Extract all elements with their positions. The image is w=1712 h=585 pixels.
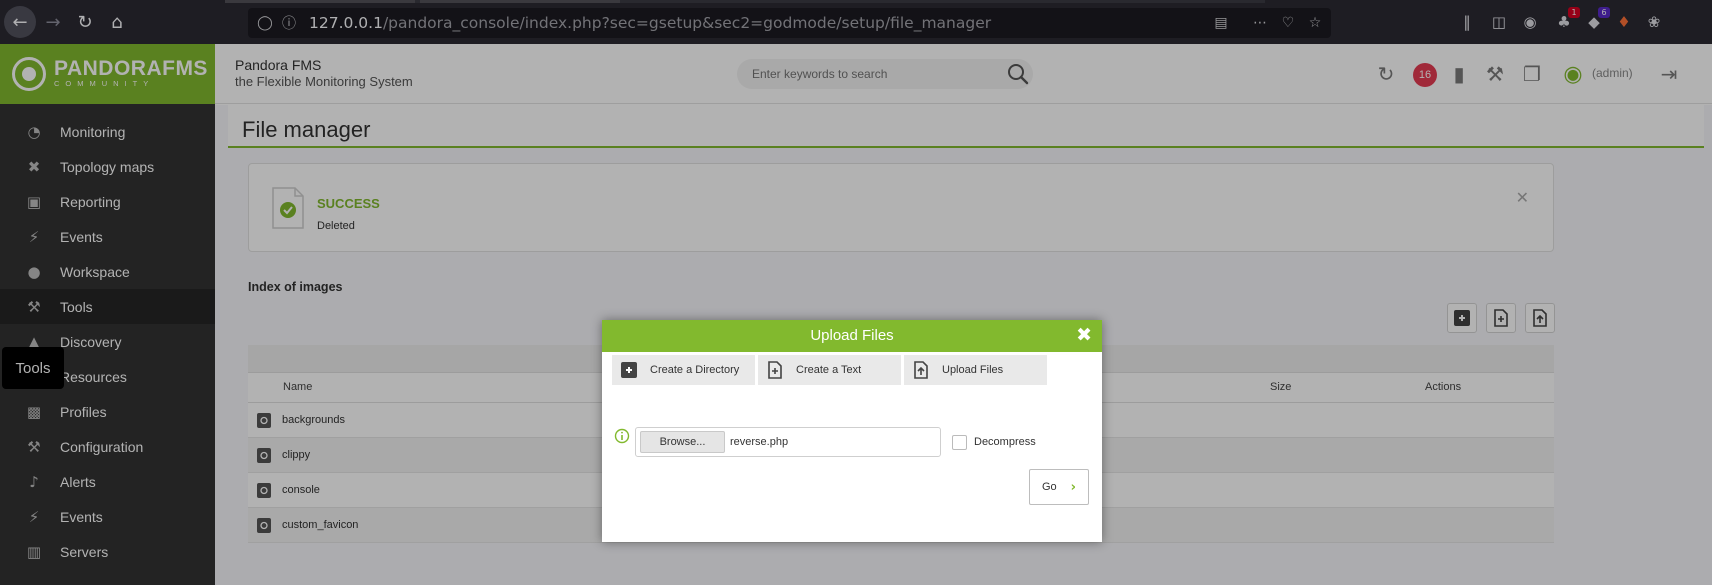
upload-files-dialog: Upload Files ✖ Create a Directory Create… — [602, 320, 1102, 542]
tab-label: Create a Text — [796, 364, 862, 376]
decompress-checkbox[interactable] — [952, 435, 967, 450]
file-input[interactable]: Browse... reverse.php — [635, 427, 941, 457]
chevron-right-icon: › — [1070, 479, 1077, 495]
add-file-icon — [768, 361, 782, 379]
tab-label: Upload Files — [942, 364, 1004, 376]
go-label: Go — [1041, 481, 1057, 493]
tab-create-directory[interactable]: Create a Directory — [612, 355, 755, 385]
info-icon — [614, 428, 630, 444]
tab-label: Create a Directory — [650, 364, 740, 376]
upload-icon — [914, 361, 928, 379]
tab-create-text[interactable]: Create a Text — [758, 355, 901, 385]
dialog-title: Upload Files — [810, 327, 894, 344]
decompress-label: Decompress — [974, 436, 1036, 448]
selected-file-name: reverse.php — [730, 436, 789, 448]
browse-button[interactable]: Browse... — [640, 431, 725, 453]
add-folder-icon — [621, 362, 637, 378]
close-icon[interactable]: ✖ — [1076, 324, 1092, 346]
go-button[interactable]: Go › — [1029, 469, 1089, 505]
dialog-header: Upload Files ✖ — [602, 320, 1102, 352]
tab-upload-files[interactable]: Upload Files — [904, 355, 1047, 385]
